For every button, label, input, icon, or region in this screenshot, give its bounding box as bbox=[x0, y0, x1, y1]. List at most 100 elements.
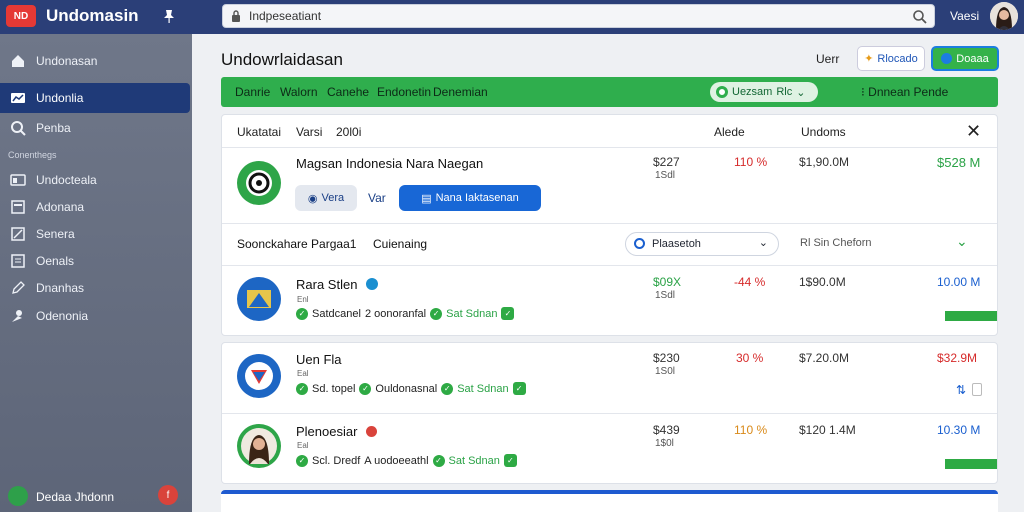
next-card-preview bbox=[221, 490, 998, 512]
tab-item[interactable]: Canehe bbox=[327, 85, 369, 99]
row-link[interactable]: Var bbox=[368, 191, 386, 205]
user-name[interactable]: Vaesi bbox=[950, 9, 979, 23]
search-icon[interactable] bbox=[912, 9, 928, 25]
check-label: Sat Sdnan bbox=[446, 307, 498, 320]
row-primary-button[interactable]: ▤ Nana Iaktasenan bbox=[399, 185, 541, 211]
app-logo[interactable]: ND bbox=[6, 5, 36, 27]
header-button-secondary[interactable]: Doaaa bbox=[931, 46, 999, 71]
checkbox-icon[interactable]: ✓ bbox=[512, 382, 526, 395]
org-logo bbox=[237, 277, 281, 321]
search-icon bbox=[10, 120, 26, 136]
divider bbox=[222, 147, 997, 148]
tab-item[interactable]: Endonetin bbox=[377, 85, 431, 99]
sidebar-item-search[interactable]: Penba bbox=[0, 113, 190, 143]
row-checks: ✓ Satdcanel 2 oonoranfal ✓ Sat Sdnan ✓ bbox=[296, 307, 515, 320]
sidebar-item-label: Undonlia bbox=[36, 91, 84, 105]
document-icon bbox=[10, 199, 26, 215]
header-button-primary[interactable]: ✦ Rlocado bbox=[857, 46, 925, 71]
check-icon: ✓ bbox=[441, 382, 454, 395]
sidebar-item-label: Undonasan bbox=[36, 54, 98, 68]
sparkle-icon: ✦ bbox=[864, 53, 874, 65]
row-action-icon[interactable]: ⇅ bbox=[956, 383, 966, 397]
checkbox-icon[interactable]: ✓ bbox=[501, 307, 515, 320]
status-badge bbox=[945, 459, 997, 469]
sidebar-item-document[interactable]: Adonana bbox=[0, 192, 190, 222]
row-change: 110 % bbox=[734, 423, 768, 437]
check-label: Sd. topel bbox=[312, 382, 356, 395]
chevron-down-icon: ⌄ bbox=[758, 237, 768, 249]
row-title[interactable]: Magsan Indonesia Nara Naegan bbox=[296, 156, 483, 171]
column-header[interactable]: Alede bbox=[714, 125, 745, 139]
row-total: $528 M bbox=[937, 155, 981, 170]
check-icon: ✓ bbox=[432, 454, 445, 467]
pin-icon[interactable] bbox=[162, 8, 176, 24]
sidebar-item-dashboard[interactable]: Undocteala bbox=[0, 165, 190, 195]
sidebar-item-active[interactable]: Undonlia bbox=[0, 83, 190, 113]
info-icon: ◉ bbox=[307, 192, 318, 205]
sidebar-item-user[interactable]: Odenonia bbox=[0, 301, 190, 331]
row-subvalue: 1Sdl bbox=[655, 290, 676, 301]
sidebar-item-edit[interactable]: Senera bbox=[0, 219, 190, 249]
notification-badge[interactable]: f bbox=[158, 485, 178, 505]
user-avatar[interactable] bbox=[990, 2, 1018, 30]
status-badge bbox=[945, 311, 997, 321]
sidebar: Undonasan Undonlia Penba Conenthegs Undo… bbox=[0, 34, 192, 512]
column-header[interactable]: 20l0i bbox=[336, 125, 361, 139]
check-icon: ✓ bbox=[430, 307, 443, 320]
tab-right-label: Dnnean Pende bbox=[868, 85, 949, 99]
status-filter-pill[interactable]: Uezsam Rlc ⌄ bbox=[710, 82, 818, 102]
row-action-button[interactable]: ◉ Vera bbox=[295, 185, 357, 211]
tab-item[interactable]: Walorn bbox=[280, 85, 318, 99]
lock-icon bbox=[231, 10, 241, 22]
sidebar-item-label: Undocteala bbox=[36, 173, 97, 187]
column-header[interactable]: Ukatatai bbox=[237, 125, 281, 139]
edit-icon bbox=[10, 226, 26, 242]
search-input[interactable] bbox=[249, 7, 889, 25]
tab-item[interactable]: Denemian bbox=[433, 85, 488, 99]
sidebar-item-pen[interactable]: Dnanhas bbox=[0, 273, 190, 303]
tab-item[interactable]: Danrie bbox=[235, 85, 270, 99]
sidebar-item-label: Odenonia bbox=[36, 309, 89, 323]
check-label: Sat Sdnan bbox=[448, 454, 500, 467]
row-action-box[interactable] bbox=[972, 383, 982, 396]
row-change: 110 % bbox=[734, 155, 768, 169]
row-title[interactable]: Rara Stlen bbox=[296, 277, 357, 292]
row-title[interactable]: Uen Fla bbox=[296, 352, 342, 367]
pill-label: Uezsam bbox=[732, 86, 773, 98]
results-card: Ukatatai Varsi 20l0i Alede Undoms ✕ Mags… bbox=[221, 114, 998, 336]
sidebar-item-label: Adonana bbox=[36, 200, 85, 214]
chevron-down-icon: ⌄ bbox=[796, 86, 806, 99]
row-title[interactable]: Plenoesiar bbox=[296, 424, 357, 439]
tab-right-action[interactable]: ⁝ Dnnean Pende bbox=[861, 85, 948, 99]
filter-note: Rl Sin Cheforn bbox=[800, 237, 872, 249]
close-icon[interactable]: ✕ bbox=[966, 121, 981, 142]
check-icon: ✓ bbox=[296, 382, 308, 395]
search-bar[interactable] bbox=[222, 4, 935, 28]
person-avatar bbox=[237, 424, 281, 468]
column-header[interactable]: Varsi bbox=[296, 125, 322, 139]
sidebar-item-list[interactable]: Oenals bbox=[0, 246, 190, 276]
home-icon bbox=[10, 53, 26, 69]
sidebar-item-home[interactable]: Undonasan bbox=[0, 46, 190, 76]
row-change: -44 % bbox=[734, 275, 766, 289]
chevron-down-icon[interactable]: ⌄ bbox=[956, 233, 968, 250]
row-total: 10.30 M bbox=[937, 423, 981, 437]
top-bar: ND Undomasin Vaesi bbox=[0, 0, 1024, 34]
account-label: Dedaa Jhdonn bbox=[36, 490, 115, 504]
org-logo bbox=[237, 161, 281, 205]
divider bbox=[222, 223, 997, 224]
filter-select[interactable]: Plaasetoh ⌄ bbox=[625, 232, 779, 256]
user-icon bbox=[10, 308, 26, 324]
sidebar-account[interactable]: Dedaa Jhdonn f bbox=[0, 482, 190, 510]
column-header[interactable]: Undoms bbox=[801, 125, 846, 139]
filter-label: Soonckahare Pargaa1 bbox=[237, 237, 357, 251]
button-label: Nana Iaktasenan bbox=[435, 192, 519, 204]
checkbox-icon[interactable]: ✓ bbox=[503, 454, 517, 467]
row-checks: ✓ Sd. topel ✓ Ouldonasnal ✓ Sat Sdnan ✓ bbox=[296, 382, 526, 395]
row-value: $230 bbox=[653, 351, 680, 365]
filter-icon: ⁝ bbox=[861, 85, 865, 99]
sidebar-item-label: Senera bbox=[36, 227, 75, 241]
row-amount: $1,90.0M bbox=[799, 155, 850, 169]
row-value: $439 bbox=[653, 423, 680, 437]
app-title: Undomasin bbox=[46, 6, 139, 25]
